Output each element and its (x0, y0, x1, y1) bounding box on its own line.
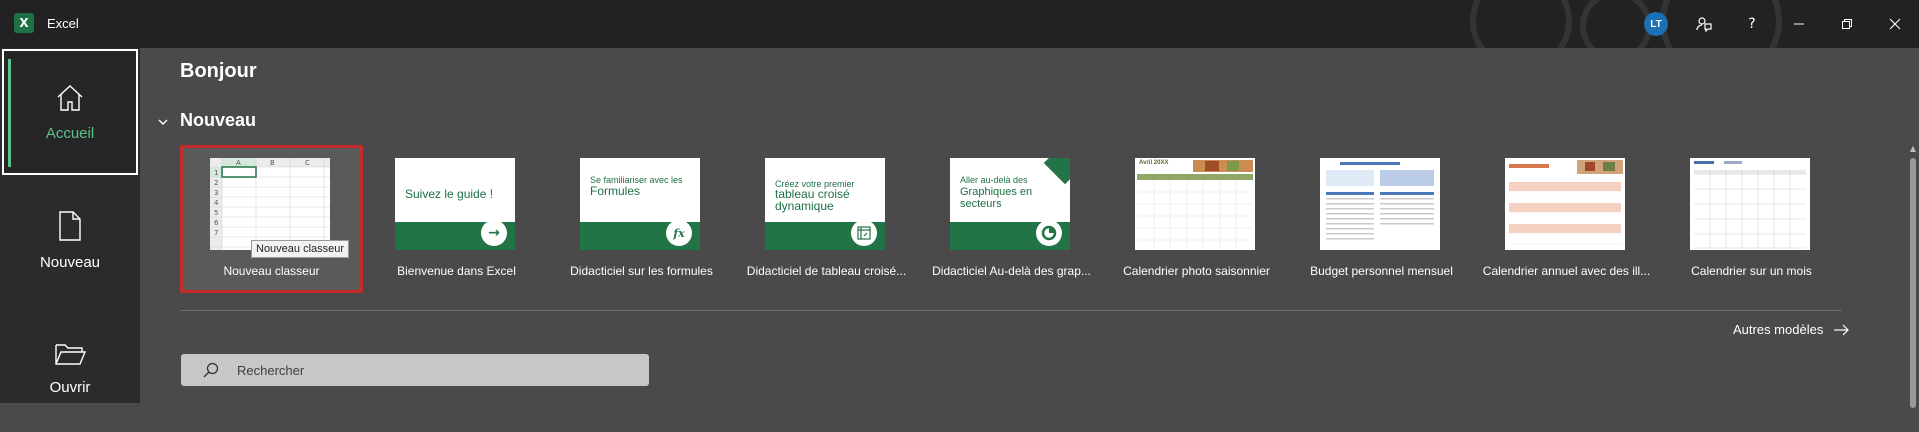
home-icon (57, 84, 83, 111)
minimize-button[interactable] (1783, 8, 1815, 40)
main-content: Bonjour Nouveau A B C 1 2 3 4 5 6 7 Nouvea… (140, 48, 1919, 408)
help-button[interactable]: ? (1736, 8, 1768, 40)
template-card-pie-charts[interactable]: Aller au-delà des Graphiques en secteurs… (920, 145, 1103, 293)
minimize-icon (1794, 23, 1804, 25)
excel-logo-icon: X (14, 13, 38, 33)
app-title: Excel (47, 16, 79, 31)
arrow-right-icon (1834, 324, 1850, 335)
template-thumbnail: Créez votre premier tableau croisé dynam… (765, 158, 885, 250)
template-gallery: A B C 1 2 3 4 5 6 7 Nouveau classeur Nouveau cla… (180, 145, 1812, 293)
restore-button[interactable] (1831, 8, 1863, 40)
title-bar: X Excel LT ? (0, 0, 1919, 48)
template-thumbnail: Suivez le guide ! → (395, 158, 515, 250)
tooltip: Nouveau classeur (251, 240, 350, 258)
template-label: Nouveau classeur (223, 264, 320, 278)
template-thumbnail (1505, 158, 1625, 250)
template-label: Bienvenue dans Excel (397, 264, 516, 278)
section-divider (180, 310, 1842, 311)
template-card-month-calendar[interactable]: Calendrier sur un mois (1660, 145, 1843, 293)
feedback-button[interactable] (1688, 8, 1720, 40)
folder-open-icon (55, 343, 86, 365)
pivot-table-icon (851, 220, 877, 246)
template-thumbnail: A B C 1 2 3 4 5 6 7 (210, 158, 330, 250)
arrow-right-icon: → (481, 220, 507, 246)
template-label: Didacticiel Au-delà des grap... (932, 264, 1091, 278)
svg-text:2: 2 (214, 179, 218, 187)
month-calendar-thumbnail (1694, 161, 1806, 249)
scroll-up-icon[interactable]: ▲ (1908, 144, 1918, 154)
section-title-nouveau: Nouveau (180, 110, 257, 130)
chevron-down-icon[interactable] (156, 115, 170, 129)
template-label: Didacticiel sur les formules (570, 264, 713, 278)
pie-chart-icon (1036, 220, 1062, 246)
tile-text: tableau croisé dynamique (775, 187, 850, 213)
template-label: Didacticiel de tableau croisé... (746, 264, 907, 278)
thumb-title: Avril 20XX (1139, 160, 1169, 166)
tile-text: Suivez le guide ! (405, 187, 494, 201)
page-title: Bonjour (180, 60, 257, 82)
budget-thumbnail (1326, 162, 1434, 240)
tile-text: Formules (590, 184, 641, 198)
svg-text:C: C (305, 159, 310, 167)
template-card-welcome[interactable]: Suivez le guide ! → Bienvenue dans Excel (365, 145, 548, 293)
template-thumbnail: Aller au-delà des Graphiques en secteurs (950, 158, 1070, 250)
more-templates-label: Autres modèles (1733, 322, 1824, 337)
fx-icon: fx (666, 220, 692, 246)
sidebar-item-label: Accueil (45, 124, 95, 142)
new-document-icon (59, 210, 81, 241)
sidebar-item-nouveau[interactable]: Nouveau (0, 176, 140, 304)
search-icon (203, 362, 219, 378)
sidebar-item-label: Nouveau (39, 253, 101, 271)
feedback-icon (1696, 17, 1712, 32)
sidebar-item-accueil[interactable]: Accueil (2, 49, 138, 175)
restore-icon (1842, 19, 1852, 29)
template-thumbnail (1690, 158, 1810, 250)
help-icon: ? (1748, 16, 1756, 32)
svg-text:3: 3 (214, 189, 218, 197)
new-corner-ribbon (1043, 158, 1070, 185)
template-thumbnail: Se familiariser avec les Formules fx (580, 158, 700, 250)
more-templates-link[interactable]: Autres modèles (1733, 322, 1850, 337)
template-card-annual-calendar[interactable]: Calendrier annuel avec des ill... (1475, 145, 1658, 293)
tile-text: Graphiques en secteurs (960, 186, 1033, 210)
template-card-blank-workbook[interactable]: A B C 1 2 3 4 5 6 7 Nouveau classeur Nouveau cla… (180, 145, 363, 293)
template-thumbnail (1320, 158, 1440, 250)
scroll-thumb[interactable] (1910, 158, 1916, 408)
user-avatar[interactable]: LT (1644, 12, 1668, 36)
svg-text:4: 4 (214, 199, 219, 207)
sidebar-item-ouvrir[interactable]: Ouvrir (0, 304, 140, 432)
template-card-monthly-budget[interactable]: Budget personnel mensuel (1290, 145, 1473, 293)
sidebar: Accueil Nouveau Ouvrir (0, 48, 140, 403)
template-card-photo-calendar[interactable]: Avril 20XX Calendrier photo saisonnier (1105, 145, 1288, 293)
blank-workbook-grid: A B C 1 2 3 4 5 6 7 (210, 158, 330, 250)
template-label: Calendrier annuel avec des ill... (1482, 264, 1651, 278)
sidebar-item-label: Ouvrir (49, 378, 91, 396)
template-thumbnail: Avril 20XX (1135, 158, 1255, 250)
template-card-formulas[interactable]: Se familiariser avec les Formules fx Did… (550, 145, 733, 293)
search-box[interactable] (181, 354, 649, 386)
annual-calendar-thumbnail (1509, 160, 1623, 245)
template-label: Calendrier sur un mois (1691, 264, 1812, 278)
svg-text:6: 6 (214, 219, 219, 227)
template-label: Budget personnel mensuel (1310, 264, 1453, 278)
search-input[interactable] (235, 361, 619, 379)
svg-text:B: B (270, 159, 275, 167)
vertical-scrollbar[interactable]: ▲ (1908, 96, 1918, 408)
close-icon (1889, 18, 1901, 30)
template-label: Calendrier photo saisonnier (1123, 264, 1270, 278)
photo-calendar-thumbnail (1137, 160, 1253, 248)
svg-text:A: A (236, 159, 241, 167)
close-button[interactable] (1879, 8, 1911, 40)
svg-text:5: 5 (214, 209, 218, 217)
svg-text:7: 7 (214, 229, 218, 237)
svg-text:1: 1 (214, 169, 218, 177)
template-card-pivot-table[interactable]: Créez votre premier tableau croisé dynam… (735, 145, 918, 293)
